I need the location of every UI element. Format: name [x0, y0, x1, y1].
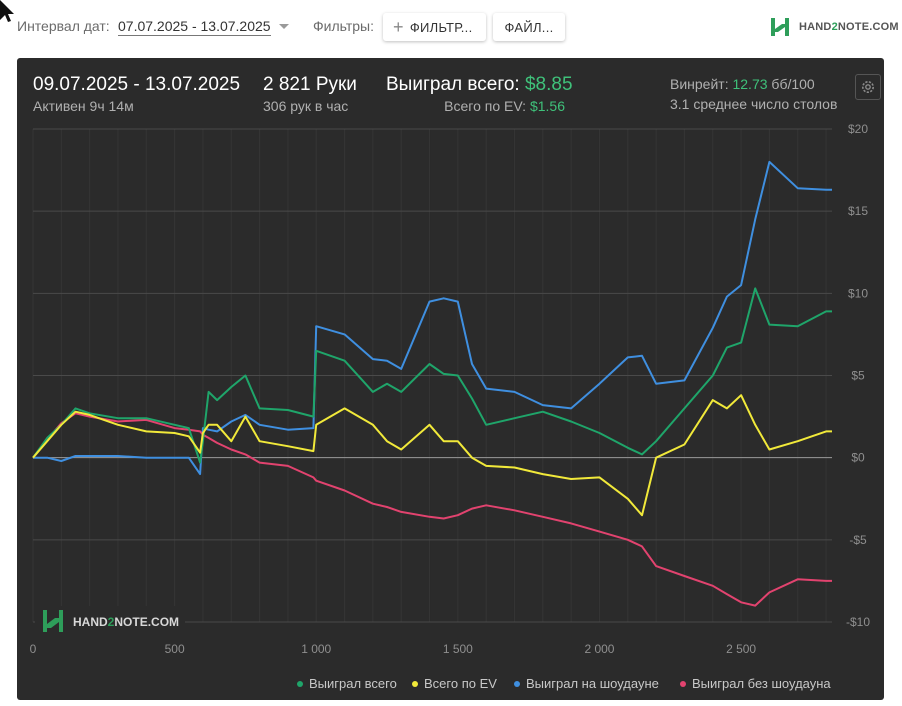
- legend-item-won[interactable]: Выиграл всего: [297, 676, 397, 691]
- add-filter-button[interactable]: + ФИЛЬТР...: [383, 13, 486, 41]
- y-tick-label: $0: [851, 451, 865, 465]
- series-line-ev: [32, 394, 832, 517]
- legend-label: Всего по EV: [424, 676, 497, 691]
- mouse-cursor-icon: [0, 0, 14, 22]
- logo-text: HAND2NOTE.COM: [799, 21, 899, 33]
- hand2note-logo-icon: [771, 18, 789, 36]
- filters-label: Фильтры:: [313, 18, 374, 34]
- plus-icon: +: [393, 17, 404, 37]
- legend-item-showdown[interactable]: Выиграл на шоудауне: [514, 676, 659, 691]
- x-tick-label: 2 000: [584, 642, 614, 656]
- chart-watermark: HAND2NOTE.COM: [35, 606, 185, 638]
- legend-dot: [514, 680, 520, 687]
- legend-item-non_showdown[interactable]: Выиграл без шоудауна: [680, 676, 831, 691]
- legend-label: Выиграл без шоудауна: [692, 676, 831, 691]
- legend-dot: [412, 680, 418, 687]
- legend-label: Выиграл на шоудауне: [526, 676, 659, 691]
- add-filter-label: ФИЛЬТР...: [409, 19, 473, 35]
- results-panel: 09.07.2025 - 13.07.2025 Активен 9ч 14м 2…: [17, 58, 884, 700]
- legend-dot: [680, 680, 686, 687]
- x-tick-label: 500: [165, 642, 185, 656]
- file-button-label: ФАЙЛ...: [504, 19, 554, 35]
- y-tick-label: -$10: [846, 615, 870, 629]
- y-tick-label: $10: [848, 286, 868, 300]
- y-tick-label: -$5: [849, 533, 867, 547]
- hand2note-logo: HAND2NOTE.COM: [769, 15, 899, 39]
- x-tick-label: 2 500: [726, 642, 756, 656]
- date-range-select[interactable]: 07.07.2025 - 13.07.2025: [118, 18, 271, 36]
- legend-dot: [297, 680, 303, 687]
- chart-series: [32, 160, 832, 607]
- legend-label: Выиграл всего: [309, 676, 397, 691]
- profit-chart[interactable]: HAND2NOTE.COM $20 $15 $10 $5 $0 -$5 -$10 0 500 1 …: [17, 58, 884, 700]
- x-tick-label: 0: [30, 642, 37, 656]
- x-tick-label: 1 500: [443, 642, 473, 656]
- file-button[interactable]: ФАЙЛ...: [493, 13, 565, 41]
- legend-item-ev[interactable]: Всего по EV: [412, 676, 497, 691]
- x-tick-label: 1 000: [301, 642, 331, 656]
- chart-axes: $20 $15 $10 $5 $0 -$5 -$10 0 500 1 000 1 500 2 000 2…: [30, 122, 871, 656]
- y-tick-label: $15: [848, 204, 868, 218]
- y-tick-label: $20: [848, 122, 868, 136]
- chevron-down-icon[interactable]: [279, 24, 289, 29]
- toolbar: Интервал дат: 07.07.2025 - 13.07.2025 Фи…: [0, 0, 902, 56]
- y-tick-label: $5: [851, 369, 865, 383]
- watermark-text: HAND2NOTE.COM: [73, 615, 179, 629]
- series-line-non_showdown: [32, 412, 832, 607]
- date-range-label: Интервал дат:: [17, 18, 110, 34]
